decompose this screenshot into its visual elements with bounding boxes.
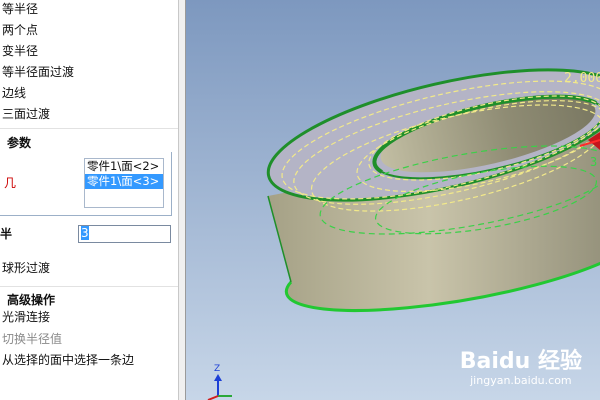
geometry-listbox[interactable]: 零件1\面<2> 零件1\面<3> (84, 158, 164, 208)
section-divider (0, 286, 178, 287)
3d-viewport[interactable]: 2.000 3 Z Baidu 经验 jingyan.baidu.com (186, 0, 600, 400)
watermark-brand: Baidu 经验 (459, 349, 582, 374)
option-variable-radius[interactable]: 变半径 (2, 42, 38, 60)
axis-z-label: Z (214, 364, 220, 374)
watermark-url: jingyan.baidu.com (470, 374, 572, 387)
option-two-points[interactable]: 两个点 (2, 21, 38, 39)
advanced-section-title: 高级操作 (7, 293, 56, 307)
sphere-transition-option[interactable]: 球形过渡 (2, 259, 50, 277)
watermark: Baidu 经验 jingyan.baidu.com (460, 350, 582, 388)
geometry-list-item[interactable]: 零件1\面<2> (85, 159, 163, 174)
geometry-list-item-selected[interactable]: 零件1\面<3> (85, 174, 163, 189)
pick-edge-option[interactable]: 从选择的面中选择一条边 (2, 351, 134, 369)
fillet-property-panel: 等半径 两个点 变半径 等半径面过渡 边线 三面过渡 参数 几何 零件1\面<2… (0, 0, 178, 400)
dimension-label-2: 3 (590, 155, 597, 169)
radius-input[interactable]: 3 (78, 225, 171, 243)
geometry-label: 几何 (3, 176, 16, 190)
option-face-blend[interactable]: 等半径面过渡 (2, 63, 74, 81)
option-edge[interactable]: 边线 (2, 84, 26, 102)
params-section-title: 参数 (7, 136, 32, 150)
radius-label: 半径 (0, 227, 12, 241)
switch-radius-option: 切换半径值 (2, 332, 63, 346)
viewport-canvas[interactable]: 2.000 3 Z (186, 0, 600, 400)
smooth-connect-option[interactable]: 光滑连接 (2, 308, 50, 326)
option-three-face-blend[interactable]: 三面过渡 (2, 105, 50, 123)
panel-splitter[interactable] (178, 0, 186, 400)
option-constant-radius[interactable]: 等半径 (2, 0, 38, 18)
dimension-label[interactable]: 2.000 (564, 71, 600, 86)
section-divider (0, 128, 178, 129)
